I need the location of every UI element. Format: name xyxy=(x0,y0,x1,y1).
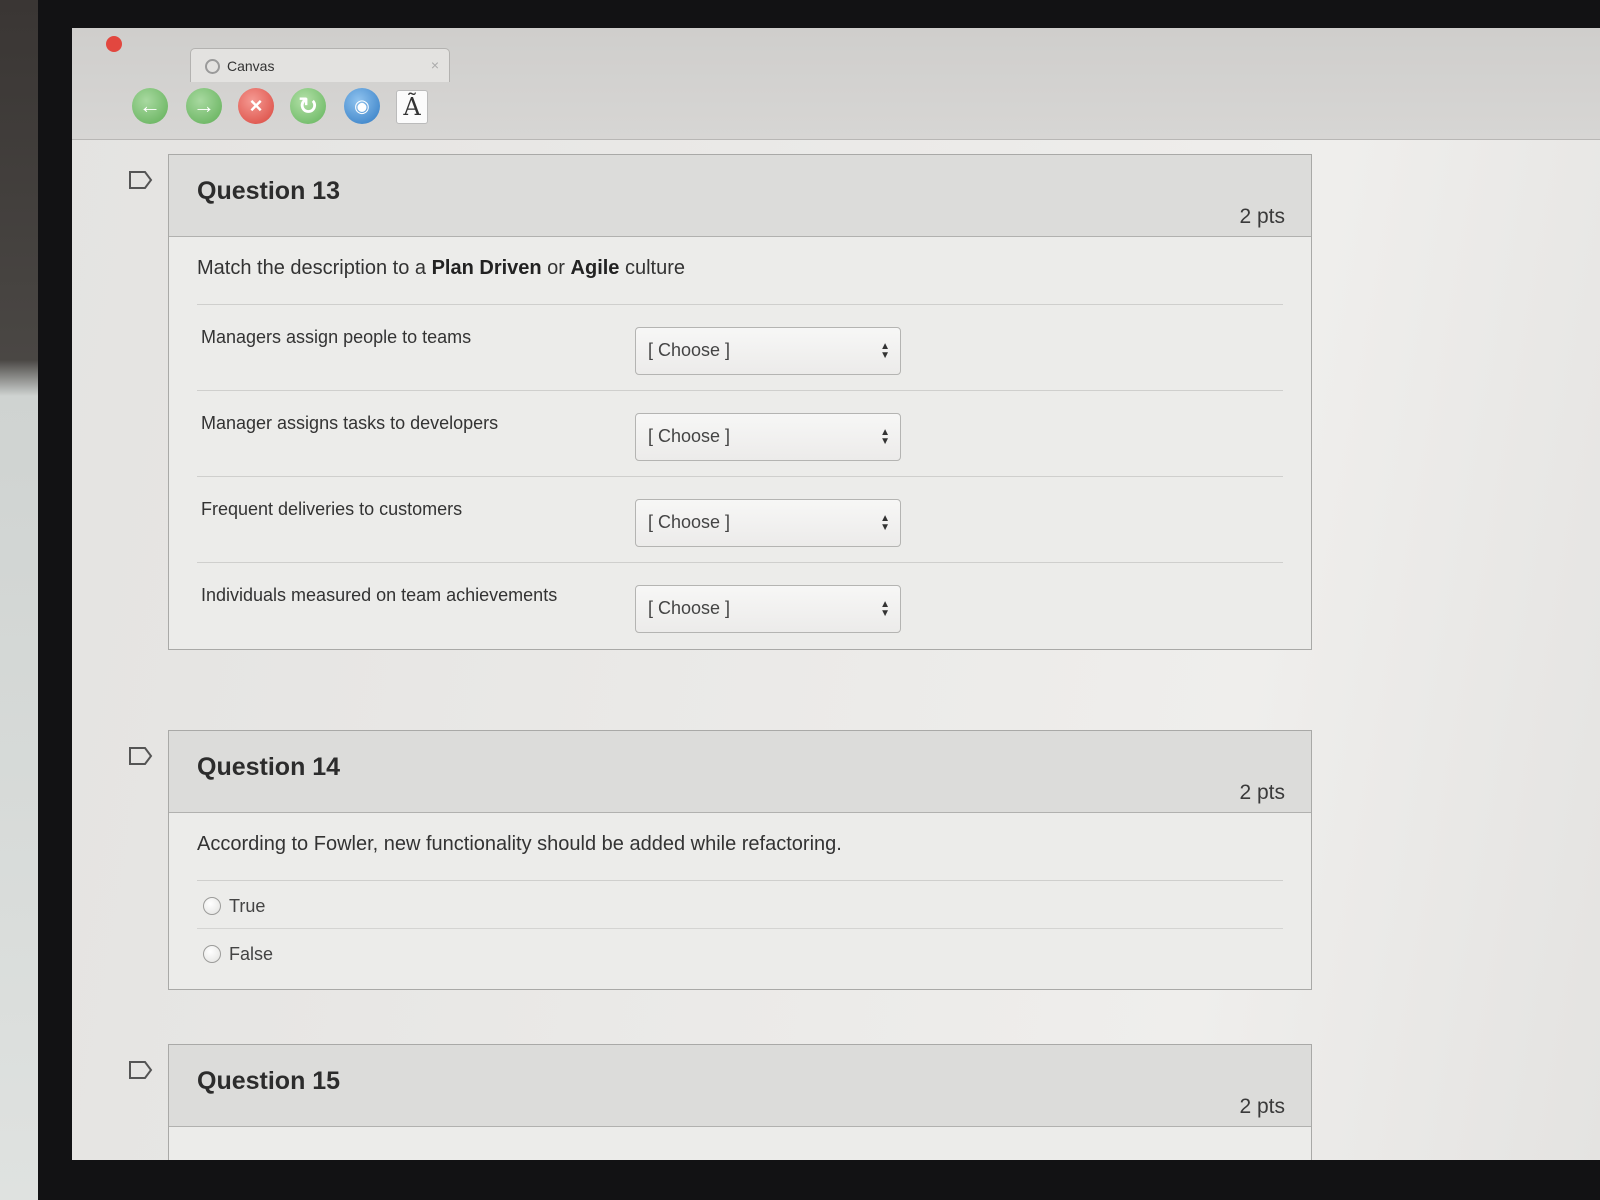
match-description: Frequent deliveries to customers xyxy=(201,499,463,519)
tab-favicon-icon xyxy=(205,59,220,74)
browser-chrome: Canvas × ← → × ↻ ◉ Ã xyxy=(72,28,1600,140)
match-answer-select[interactable]: [ Choose ] ▲ ▼ xyxy=(635,327,901,375)
question-header: Question 14 2 pts xyxy=(169,731,1311,813)
select-arrows-icon: ▲ ▼ xyxy=(880,341,890,361)
radio-button[interactable] xyxy=(203,945,221,963)
match-answer-select[interactable]: [ Choose ] ▲ ▼ xyxy=(635,585,901,633)
select-arrows-icon: ▲ ▼ xyxy=(880,427,890,447)
match-row: Manager assigns tasks to developers [ Ch… xyxy=(197,391,1283,477)
match-row: Frequent deliveries to customers [ Choos… xyxy=(197,477,1283,563)
prompt-emphasis-plan-driven: Plan Driven xyxy=(431,257,542,279)
flag-question-15-icon[interactable] xyxy=(128,1060,154,1080)
select-value: [ Choose ] xyxy=(648,340,731,360)
match-row: Individuals measured on team achievement… xyxy=(197,563,1283,649)
globe-icon[interactable]: ◉ xyxy=(344,88,380,124)
question-points: 2 pts xyxy=(1239,781,1285,804)
reload-icon[interactable]: ↻ xyxy=(290,88,326,124)
prompt-text: culture xyxy=(619,257,686,279)
tab-title: Canvas xyxy=(227,58,275,74)
question-body: According to Fowler, new functionality s… xyxy=(169,813,1311,989)
answer-label[interactable]: False xyxy=(229,944,273,965)
question-header: Question 15 2 pts xyxy=(169,1045,1311,1127)
question-15-card: Question 15 2 pts xyxy=(168,1044,1312,1160)
flag-question-13-icon[interactable] xyxy=(128,170,154,190)
radio-button[interactable] xyxy=(203,897,221,915)
select-value: [ Choose ] xyxy=(648,598,731,618)
flag-question-14-icon[interactable] xyxy=(128,746,154,766)
font-size-icon[interactable]: Ã xyxy=(396,90,428,124)
select-arrows-icon: ▲ ▼ xyxy=(880,513,890,533)
question-body: Match the description to a Plan Driven o… xyxy=(169,237,1311,649)
select-value: [ Choose ] xyxy=(648,512,731,532)
question-title: Question 13 xyxy=(197,177,341,205)
back-arrow-icon[interactable]: ← xyxy=(132,88,168,124)
question-title: Question 14 xyxy=(197,753,341,781)
match-description: Individuals measured on team achievement… xyxy=(201,585,558,605)
select-arrows-icon: ▲ ▼ xyxy=(880,599,890,619)
question-points: 2 pts xyxy=(1239,205,1285,228)
prompt-text: or xyxy=(541,257,571,279)
tab-close-icon[interactable]: × xyxy=(431,57,439,73)
answer-option-false[interactable]: False xyxy=(197,929,1283,989)
match-answer-select[interactable]: [ Choose ] ▲ ▼ xyxy=(635,499,901,547)
browser-window: Canvas × ← → × ↻ ◉ Ã Question 13 2 pts M… xyxy=(72,28,1600,1160)
question-14-card: Question 14 2 pts According to Fowler, n… xyxy=(168,730,1312,990)
question-points: 2 pts xyxy=(1239,1095,1285,1118)
stop-icon[interactable]: × xyxy=(238,88,274,124)
question-title: Question 15 xyxy=(197,1067,341,1095)
match-description: Managers assign people to teams xyxy=(201,327,472,347)
question-header: Question 13 2 pts xyxy=(169,155,1311,237)
prompt-text: Match the description to a xyxy=(197,257,432,279)
question-13-card: Question 13 2 pts Match the description … xyxy=(168,154,1312,650)
question-prompt: Match the description to a Plan Driven o… xyxy=(197,257,1283,305)
match-answer-select[interactable]: [ Choose ] ▲ ▼ xyxy=(635,413,901,461)
browser-tab[interactable]: Canvas × xyxy=(190,48,450,82)
answer-label[interactable]: True xyxy=(229,896,265,917)
forward-arrow-icon[interactable]: → xyxy=(186,88,222,124)
question-prompt: According to Fowler, new functionality s… xyxy=(197,833,1283,881)
match-description: Manager assigns tasks to developers xyxy=(201,413,499,433)
select-value: [ Choose ] xyxy=(648,426,731,446)
desk-background xyxy=(0,0,40,1200)
match-row: Managers assign people to teams [ Choose… xyxy=(197,305,1283,391)
prompt-emphasis-agile: Agile xyxy=(570,257,620,279)
answer-option-true[interactable]: True xyxy=(197,881,1283,929)
window-close-button[interactable] xyxy=(106,36,122,52)
